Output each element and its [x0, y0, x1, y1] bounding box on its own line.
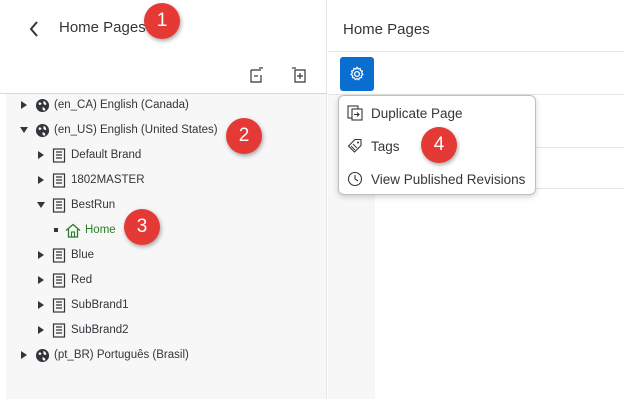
- menu-item-label: Duplicate Page: [371, 105, 463, 121]
- tree-item-subbrand2[interactable]: SubBrand2: [35, 319, 129, 341]
- tree-item-bestrun[interactable]: BestRun: [35, 194, 115, 216]
- tree-item-blue[interactable]: Blue: [35, 244, 94, 266]
- building-icon: [51, 297, 67, 313]
- menu-item-label: View Published Revisions: [371, 171, 526, 187]
- building-icon: [51, 172, 67, 188]
- settings-button[interactable]: [340, 57, 374, 91]
- menu-item-duplicate-page[interactable]: Duplicate Page: [339, 98, 535, 128]
- tree-item-pt-br[interactable]: (pt_BR) Português (Brasil): [18, 344, 189, 366]
- tree-item-home[interactable]: Home: [51, 219, 116, 241]
- tree-toolbar: [0, 58, 327, 94]
- callout-badge-3: 3: [124, 209, 160, 245]
- left-panel: Home Pages (en_CA) English (Canada) (en_…: [0, 0, 327, 399]
- tree-item-default-brand[interactable]: Default Brand: [35, 144, 141, 166]
- back-button[interactable]: [22, 16, 46, 42]
- home-icon: [65, 222, 81, 238]
- page-title: Home Pages: [59, 19, 146, 36]
- caret-right-icon[interactable]: [35, 174, 47, 186]
- expand-all-icon: [292, 67, 306, 83]
- tree-item-label: Default Brand: [71, 149, 142, 161]
- tree-item-label: BestRun: [71, 199, 116, 211]
- caret-down-icon[interactable]: [18, 124, 30, 136]
- callout-badge-2: 2: [226, 118, 262, 154]
- caret-right-icon[interactable]: [35, 149, 47, 161]
- duplicate-icon: [347, 105, 363, 121]
- right-header: Home Pages: [328, 0, 624, 52]
- tree-item-label: (en_US) English (United States): [54, 124, 218, 136]
- collapse-all-icon: [250, 67, 263, 83]
- tree: (en_CA) English (Canada) (en_US) English…: [6, 94, 326, 399]
- tree-item-subbrand1[interactable]: SubBrand1: [35, 294, 129, 316]
- caret-right-icon[interactable]: [35, 274, 47, 286]
- caret-right-icon[interactable]: [18, 349, 30, 361]
- tree-item-red[interactable]: Red: [35, 269, 92, 291]
- tree-item-label: Red: [71, 274, 93, 286]
- tree-item-label: 1802MASTER: [71, 174, 145, 186]
- tree-item-1802master[interactable]: 1802MASTER: [35, 169, 145, 191]
- tree-item-label: (pt_BR) Português (Brasil): [54, 349, 189, 361]
- building-icon: [51, 197, 67, 213]
- tree-item-label: SubBrand2: [71, 324, 129, 336]
- gear-icon: [350, 66, 364, 81]
- menu-item-label: Tags: [371, 138, 400, 154]
- callout-badge-1: 1: [144, 3, 180, 39]
- detail-toolbar: [328, 52, 624, 95]
- globe-icon: [34, 347, 50, 363]
- tag-icon: [347, 138, 363, 154]
- menu-item-view-published-revisions[interactable]: View Published Revisions: [339, 164, 535, 194]
- tree-item-label: SubBrand1: [71, 299, 129, 311]
- globe-icon: [34, 122, 50, 138]
- building-icon: [51, 247, 67, 263]
- tree-item-label: (en_CA) English (Canada): [54, 99, 189, 111]
- callout-badge-4: 4: [421, 127, 457, 163]
- clock-icon: [347, 171, 363, 187]
- collapse-all-button[interactable]: [244, 64, 268, 88]
- bullet-icon: [51, 228, 61, 232]
- right-panel: Home Pages: [328, 0, 624, 399]
- building-icon: [51, 147, 67, 163]
- caret-right-icon[interactable]: [35, 299, 47, 311]
- building-icon: [51, 322, 67, 338]
- building-icon: [51, 272, 67, 288]
- chevron-left-icon: [29, 21, 38, 37]
- caret-right-icon[interactable]: [18, 99, 30, 111]
- tree-item-label: Home: [85, 224, 116, 236]
- detail-title: Home Pages: [343, 21, 430, 38]
- globe-icon: [34, 97, 50, 113]
- expand-all-button[interactable]: [288, 64, 312, 88]
- caret-right-icon[interactable]: [35, 249, 47, 261]
- caret-down-icon[interactable]: [35, 199, 47, 211]
- caret-right-icon[interactable]: [35, 324, 47, 336]
- tree-item-label: Blue: [71, 249, 95, 261]
- tree-item-en-ca[interactable]: (en_CA) English (Canada): [18, 94, 189, 116]
- tree-item-en-us[interactable]: (en_US) English (United States): [18, 119, 218, 141]
